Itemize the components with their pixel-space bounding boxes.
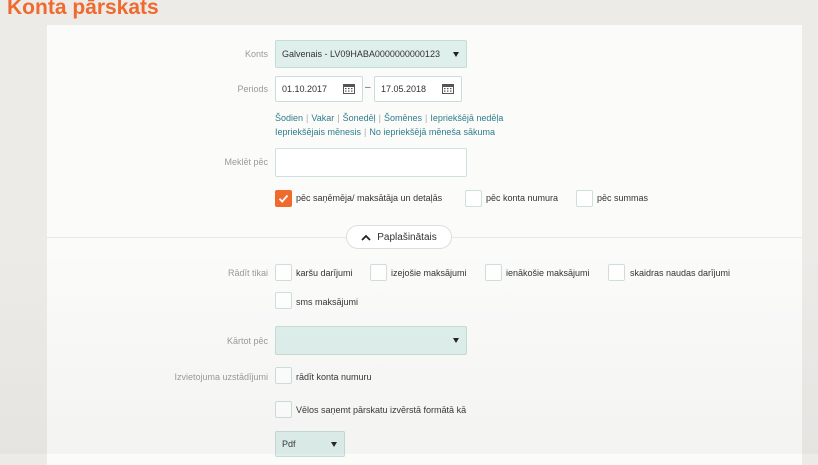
period-label: Periods xyxy=(237,84,268,94)
show-outgoing-payments-checkbox[interactable] xyxy=(370,264,387,281)
chevron-down-icon xyxy=(453,51,459,57)
period-to-value: 17.05.2018 xyxy=(381,84,427,94)
search-option-account-checkbox[interactable] xyxy=(465,190,482,207)
search-input[interactable] xyxy=(275,148,467,177)
detailed-format-label: Vēlos saņemt pārskatu izvērstā formātā k… xyxy=(296,405,467,415)
sort-select[interactable] xyxy=(275,326,467,355)
show-only-label: Rādīt tikai xyxy=(227,268,268,278)
chevron-down-icon xyxy=(453,338,459,343)
show-card-transactions-checkbox[interactable] xyxy=(275,264,292,281)
search-option-account-label: pēc konta numura xyxy=(486,193,559,203)
chevron-up-icon xyxy=(361,234,371,241)
account-select[interactable]: Galvenais - LV09HABA0000000000123 xyxy=(275,40,467,68)
page-title: Konta pārskats xyxy=(7,0,159,19)
search-option-name-checkbox[interactable] xyxy=(275,190,292,207)
calendar-icon[interactable] xyxy=(442,84,454,94)
period-from-value: 01.10.2017 xyxy=(282,84,328,94)
show-incoming-payments-label: ienākošie maksājumi xyxy=(506,268,590,278)
period-dash: – xyxy=(365,82,371,93)
account-label: Konts xyxy=(244,49,268,59)
show-sms-payments-label: sms maksājumi xyxy=(296,297,359,307)
show-outgoing-payments-label: izejošie maksājumi xyxy=(391,268,467,278)
period-from-input[interactable]: 01.10.2017 xyxy=(275,76,363,102)
chevron-down-icon xyxy=(331,441,337,447)
search-option-name-label: pēc saņēmēja/ maksātāja un detaļās xyxy=(296,193,443,203)
account-select-value: Galvenais - LV09HABA0000000000123 xyxy=(282,49,440,59)
detailed-format-checkbox[interactable] xyxy=(275,401,292,418)
sort-label: Kārtot pēc xyxy=(226,336,268,346)
layout-settings-label: Izvietojuma uzstādījumi xyxy=(174,372,268,382)
show-cash-transactions-label: skaidras naudas darījumi xyxy=(630,268,731,278)
format-select[interactable]: Pdf xyxy=(275,431,345,457)
quick-link-since-last-month[interactable]: No iepriekšējā mēneša sākuma xyxy=(369,127,495,137)
quick-link-last-month[interactable]: Iepriekšējais mēnesis xyxy=(275,127,361,137)
checkmark-icon xyxy=(278,194,289,203)
period-to-input[interactable]: 17.05.2018 xyxy=(374,76,462,102)
period-quick-links-row2: Iepriekšējais mēnesis | No iepriekšējā mēn… xyxy=(275,127,495,137)
calendar-icon[interactable] xyxy=(343,84,355,94)
show-account-number-label: rādīt konta numuru xyxy=(296,372,372,382)
show-account-number-checkbox[interactable] xyxy=(275,367,292,384)
search-option-amount-checkbox[interactable] xyxy=(576,190,593,207)
advanced-toggle-button[interactable]: Paplašinātais xyxy=(346,225,452,249)
format-select-value: Pdf xyxy=(282,439,296,449)
show-sms-payments-checkbox[interactable] xyxy=(275,292,292,309)
show-incoming-payments-checkbox[interactable] xyxy=(485,264,502,281)
show-cash-transactions-checkbox[interactable] xyxy=(608,264,625,281)
show-card-transactions-label: karšu darījumi xyxy=(296,268,353,278)
advanced-toggle-label: Paplašinātais xyxy=(377,231,437,243)
search-label: Meklēt pēc xyxy=(224,157,268,167)
search-option-amount-label: pēc summas xyxy=(597,193,649,203)
